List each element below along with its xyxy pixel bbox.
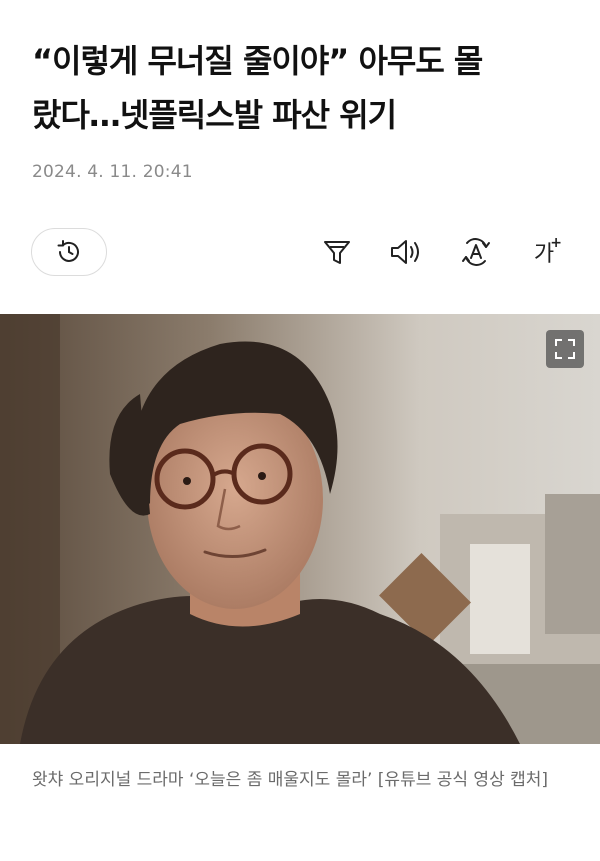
article-headline: “이렇게 무너질 줄이야” 아무도 몰 랐다…넷플릭스발 파산 위기 [32, 34, 572, 142]
translate-icon [462, 238, 490, 266]
headline-line-2: 랐다…넷플릭스발 파산 위기 [32, 96, 397, 134]
summary-button[interactable] [315, 230, 359, 274]
font-size-button[interactable]: 가 + [522, 230, 566, 274]
expand-button[interactable] [546, 330, 584, 368]
clock-history-icon [57, 240, 79, 262]
expand-icon [555, 339, 575, 359]
headline-line-1: “이렇게 무너질 줄이야” 아무도 몰 [32, 42, 483, 80]
speaker-icon [391, 240, 419, 264]
translate-button[interactable] [454, 230, 498, 274]
article-toolbar: 가 + [0, 222, 600, 282]
photo-caption: 왓챠 오리지널 드라마 ‘오늘은 좀 매울지도 몰라’ [유튜브 공식 영상 캡… [32, 770, 549, 790]
article-photo [0, 314, 600, 744]
filter-summary-icon [324, 241, 350, 264]
audio-button[interactable] [384, 230, 428, 274]
plus-icon: + [550, 235, 562, 251]
article-date: 2024. 4. 11. 20:41 [32, 162, 193, 182]
photo-illustration [0, 314, 600, 744]
history-button[interactable] [31, 228, 107, 276]
